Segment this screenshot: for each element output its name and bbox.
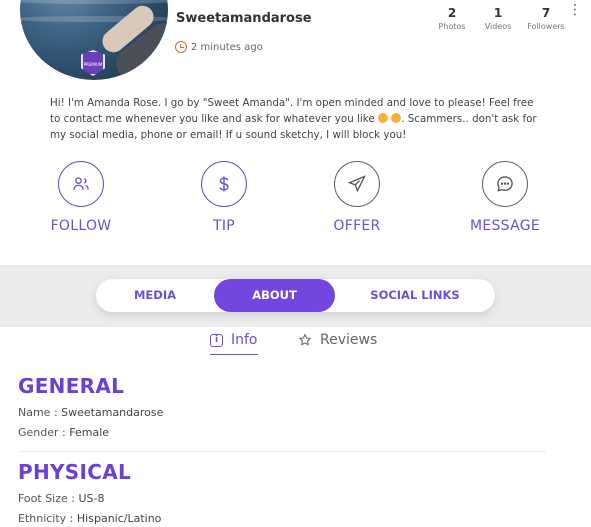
offer-icon-circle: [334, 161, 380, 207]
offer-label: OFFER: [333, 218, 381, 234]
info-value: US-8: [78, 492, 105, 505]
follow-icon: [73, 177, 89, 190]
tab-about[interactable]: ABOUT: [214, 279, 335, 312]
stat-label: Followers: [527, 22, 565, 31]
tab-band: MEDIA ABOUT SOCIAL LINKS: [0, 265, 591, 327]
message-label: MESSAGE: [469, 218, 541, 234]
stat-value: 2: [447, 6, 457, 20]
stat-value: 7: [541, 6, 551, 20]
avatar[interactable]: PREMIUM: [20, 0, 168, 80]
profile-bio: Hi! I'm Amanda Rose. I go by "Sweet Aman…: [50, 95, 540, 143]
subtab-reviews[interactable]: Reviews: [298, 332, 377, 348]
tab-media[interactable]: MEDIA: [96, 279, 214, 312]
info-value: Sweetamandarose: [61, 406, 164, 419]
info-row-name: Name : Sweetamandarose: [18, 406, 163, 419]
info-row-foot-size: Foot Size : US-8: [18, 492, 105, 505]
star-icon: [298, 333, 312, 346]
stat-value: 1: [493, 6, 503, 20]
info-icon: i: [210, 333, 223, 347]
subtab-info[interactable]: i Info: [210, 332, 258, 355]
subtab-reviews-label: Reviews: [320, 332, 378, 348]
profile-stats: 2 Photos 1 Videos 7 Followers: [429, 6, 571, 31]
tab-switcher: MEDIA ABOUT SOCIAL LINKS: [96, 279, 495, 312]
section-divider: [18, 451, 546, 452]
last-seen-text: 2 minutes ago: [191, 41, 263, 53]
follow-button[interactable]: FOLLOW: [50, 161, 112, 234]
premium-badge-icon: PREMIUM: [81, 50, 105, 76]
stat-videos[interactable]: 1 Videos: [475, 6, 521, 31]
stat-label: Photos: [438, 22, 466, 31]
avatar-wave: [20, 0, 168, 4]
info-key: Name :: [18, 406, 58, 419]
info-key: Gender :: [18, 426, 66, 439]
send-icon: [347, 175, 366, 193]
username: Sweetamandarose: [176, 11, 312, 26]
last-seen: 2 minutes ago: [175, 41, 263, 53]
dollar-icon: [219, 176, 229, 192]
section-title-physical: PHYSICAL: [18, 460, 132, 484]
stat-followers[interactable]: 7 Followers: [521, 6, 571, 31]
info-key: Ethnicity :: [18, 512, 74, 525]
tip-icon-circle: [201, 161, 247, 207]
tip-button[interactable]: TIP: [201, 161, 247, 234]
chat-icon: [497, 176, 513, 192]
offer-button[interactable]: OFFER: [333, 161, 381, 234]
stat-photos[interactable]: 2 Photos: [429, 6, 475, 31]
sub-tabs: i Info Reviews: [0, 332, 591, 360]
section-title-general: GENERAL: [18, 374, 125, 398]
subtab-info-label: Info: [231, 332, 258, 348]
clock-icon: [175, 41, 187, 53]
action-bar: FOLLOW TIP OFFER MESSAGE: [0, 161, 591, 241]
message-icon-circle: [482, 161, 528, 207]
tab-social-links[interactable]: SOCIAL LINKS: [335, 279, 495, 312]
info-key: Foot Size :: [18, 492, 75, 505]
message-button[interactable]: MESSAGE: [467, 161, 543, 234]
follow-icon-circle: [58, 161, 104, 207]
blush-emoji-icon: [391, 113, 402, 123]
smile-emoji-icon: [377, 113, 388, 123]
more-options-icon[interactable]: ⋮: [568, 3, 582, 17]
follow-label: FOLLOW: [50, 218, 112, 234]
info-value: Hispanic/Latino: [76, 512, 162, 525]
info-row-gender: Gender : Female: [18, 426, 109, 439]
stat-label: Videos: [484, 22, 512, 31]
tip-label: TIP: [212, 218, 236, 234]
info-row-ethnicity: Ethnicity : Hispanic/Latino: [18, 512, 161, 525]
info-value: Female: [69, 426, 110, 439]
